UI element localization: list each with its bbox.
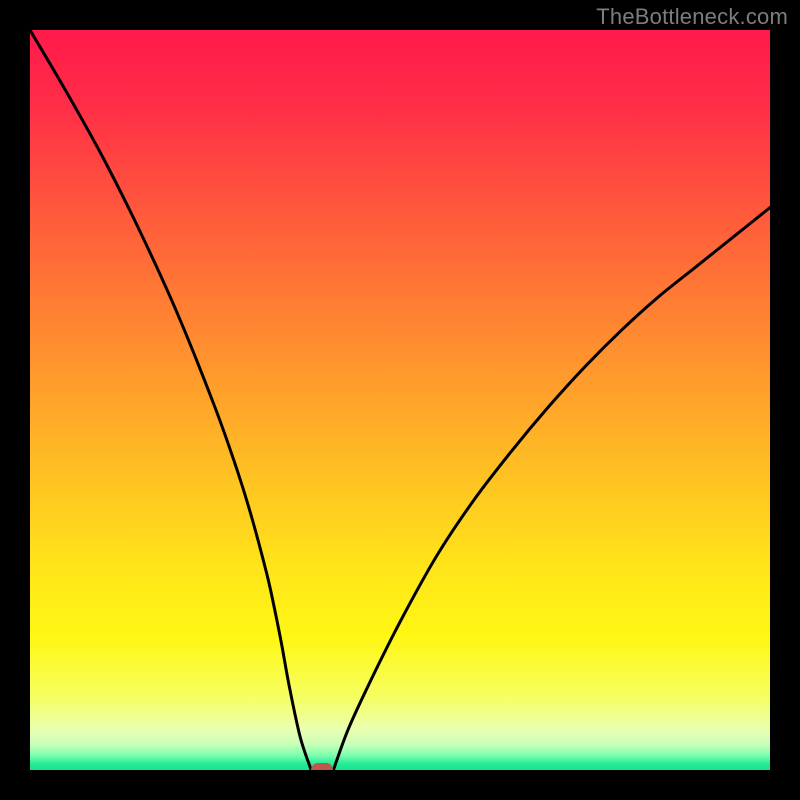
watermark-text: TheBottleneck.com: [596, 4, 788, 30]
image-frame: TheBottleneck.com: [0, 0, 800, 800]
plot-area: [30, 30, 770, 770]
optimum-marker: [311, 763, 333, 770]
bottleneck-curve: [30, 30, 770, 770]
